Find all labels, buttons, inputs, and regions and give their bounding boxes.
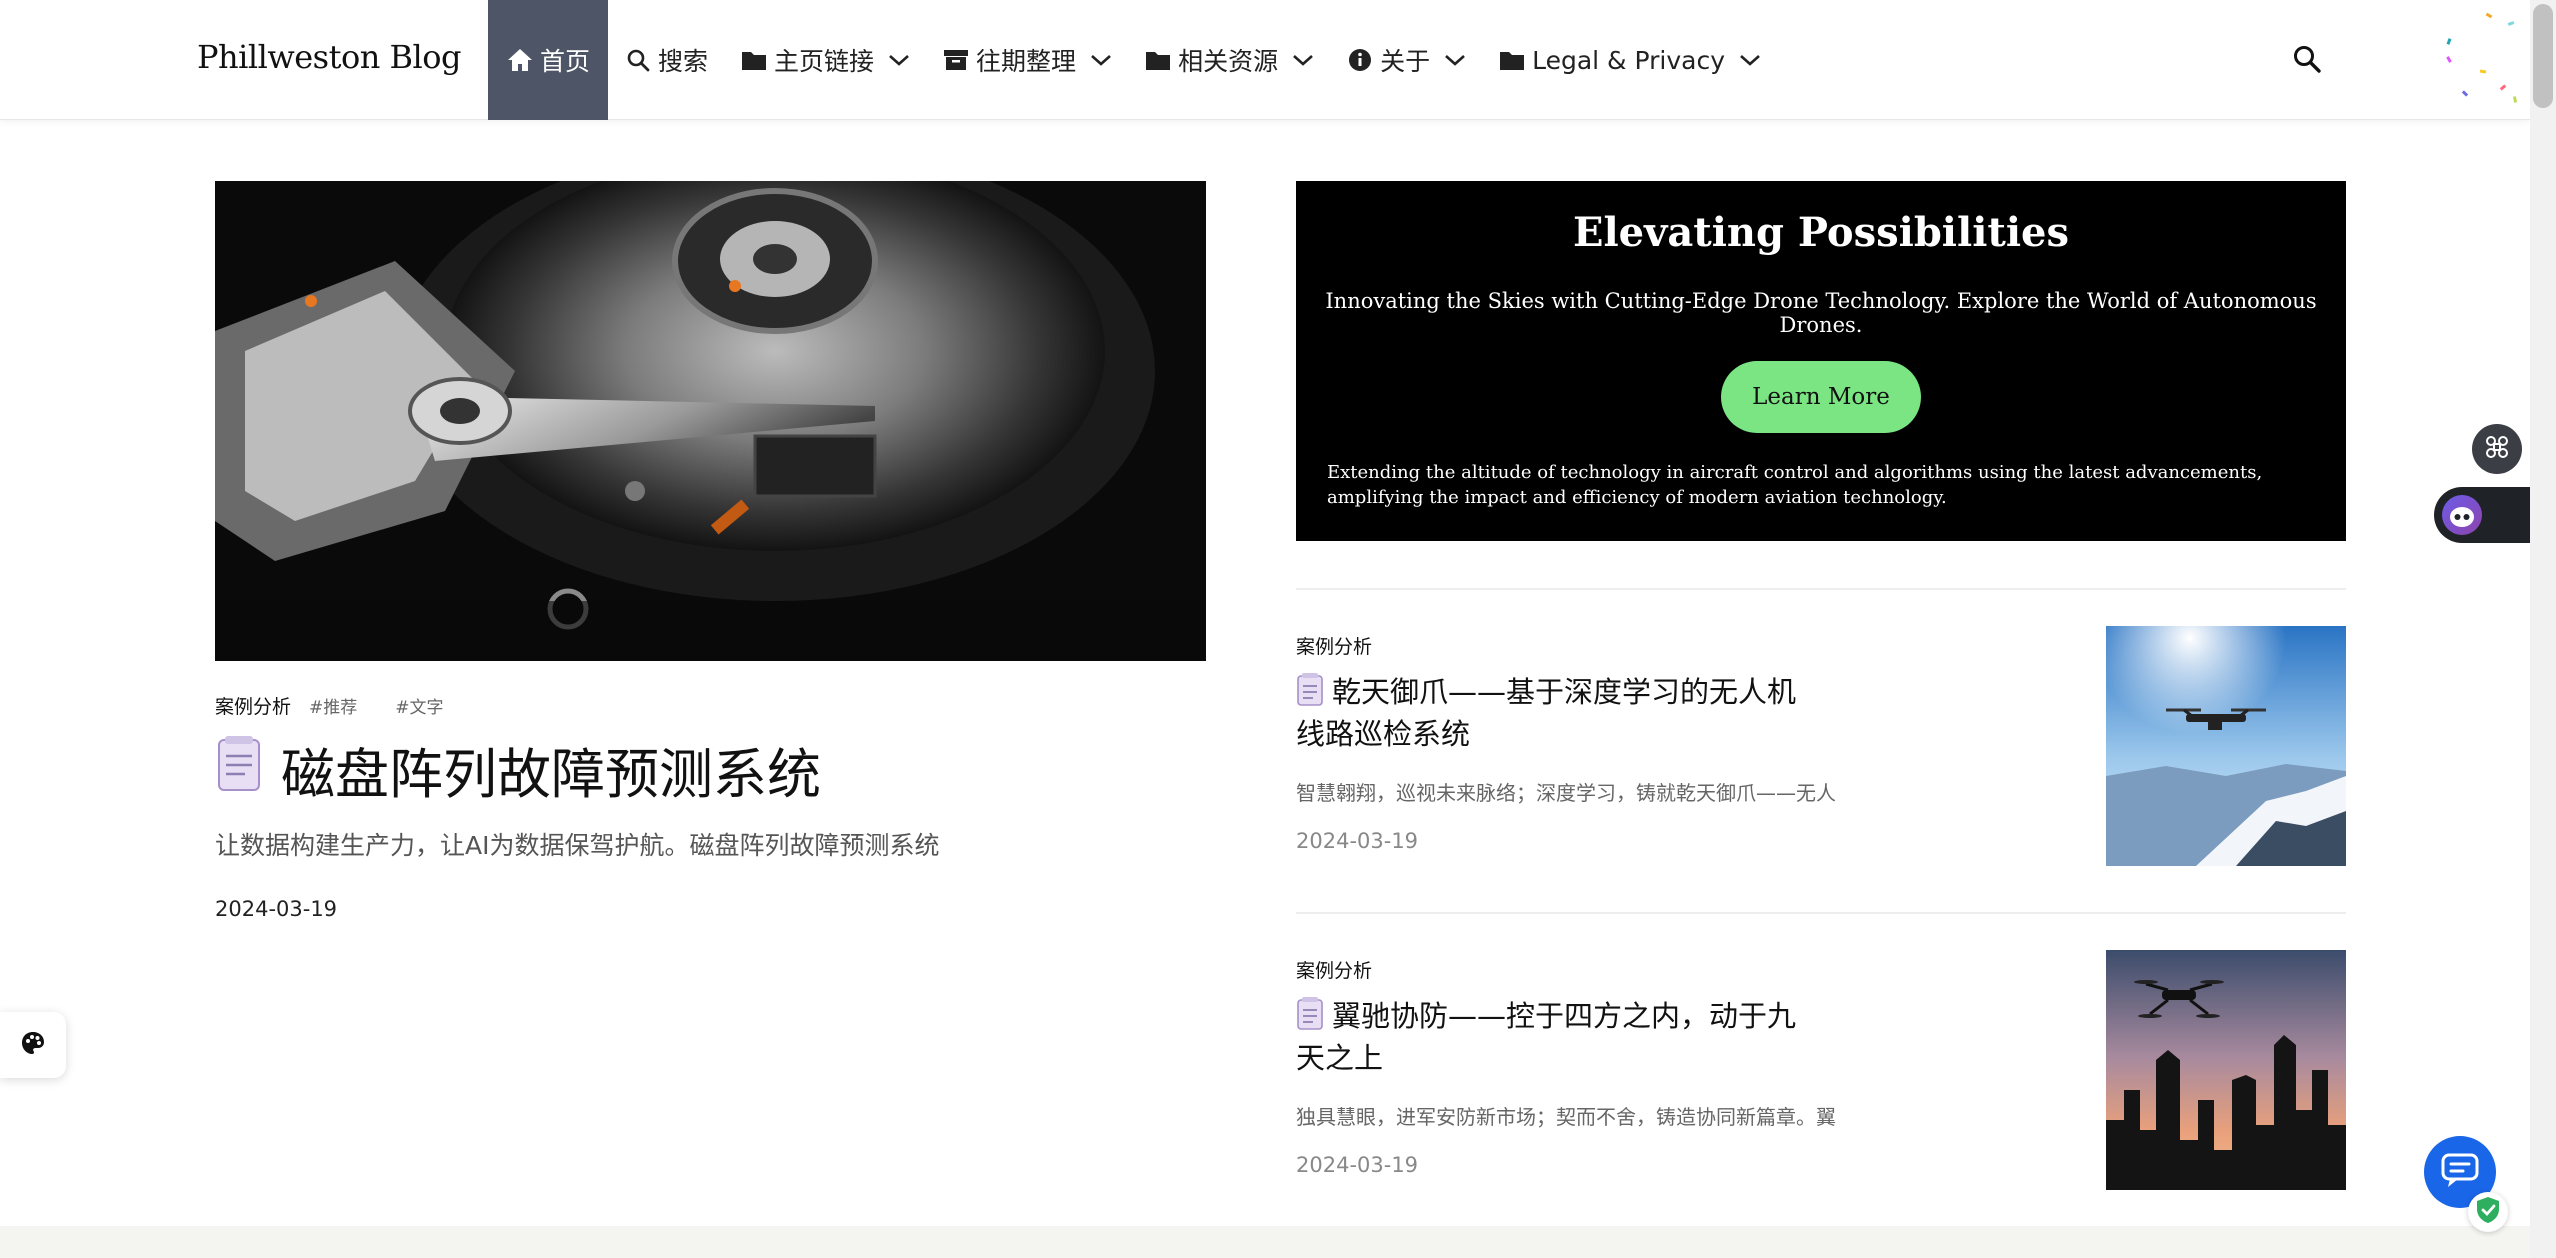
post-title[interactable]: 翼驰协防——控于四方之内，动于九天之上 xyxy=(1296,996,1796,1077)
nav-item-label: Legal & Privacy xyxy=(1532,45,1726,75)
folder-icon xyxy=(1498,46,1526,74)
nav-item-archive[interactable]: 往期整理 xyxy=(926,0,1128,120)
nav-item-resources[interactable]: 相关资源 xyxy=(1128,0,1330,120)
post-category[interactable]: 案例分析 xyxy=(1296,632,1372,659)
command-icon xyxy=(2484,434,2510,464)
nav-item-home[interactable]: 首页 xyxy=(488,0,609,120)
shield-check-icon xyxy=(2475,1196,2501,1228)
promo-title: Elevating Possibilities xyxy=(1572,209,2070,256)
post-thumbnail[interactable] xyxy=(2106,950,2346,1190)
post-category[interactable]: 案例分析 xyxy=(1296,956,1372,983)
chat-icon xyxy=(2440,1151,2480,1193)
ai-assistant-widget[interactable] xyxy=(2434,487,2530,543)
nav-item-about[interactable]: 关于 xyxy=(1330,0,1482,120)
list-item: 案例分析 翼驰协防——控于四方之内，动于九天之上 独具慧眼，进军安防新市场；契而… xyxy=(1296,950,2346,1206)
home-icon xyxy=(506,46,534,74)
palette-icon xyxy=(20,1030,46,1060)
post-title[interactable]: 乾天御爪——基于深度学习的无人机线路巡检系统 xyxy=(1296,672,1796,753)
document-icon xyxy=(1296,996,1324,1039)
search-icon xyxy=(624,46,652,74)
scrollbar-thumb[interactable] xyxy=(2533,4,2553,108)
promo-footer-text: Extending the altitude of technology in … xyxy=(1327,462,2263,508)
hero-post-description: 让数据构建生产力，让AI为数据保驾护航。磁盘阵列故障预测系统 xyxy=(215,831,940,860)
security-shield-badge[interactable] xyxy=(2468,1192,2508,1232)
theme-switcher-button[interactable] xyxy=(0,1012,66,1078)
post-excerpt: 独具慧眼，进军安防新市场；契而不舍，铸造协同新篇章。翼 xyxy=(1296,1105,1836,1129)
hero-post-image[interactable] xyxy=(215,181,1206,661)
nav-item-label: 搜索 xyxy=(658,47,709,76)
post-title-text: 翼驰协防——控于四方之内，动于九天之上 xyxy=(1296,999,1797,1075)
hero-post-title-text: 磁盘阵列故障预测系统 xyxy=(281,743,821,806)
nav-item-label: 首页 xyxy=(540,47,591,76)
footer-band xyxy=(0,1226,2530,1258)
post-tag[interactable]: #推荐 xyxy=(309,693,357,718)
post-excerpt: 智慧翱翔，巡视未来脉络；深度学习，铸就乾天御爪——无人 xyxy=(1296,781,1836,805)
hard-drive-illustration xyxy=(215,181,1206,661)
chevron-down-icon xyxy=(888,53,910,67)
nav-item-label: 主页链接 xyxy=(774,47,875,76)
nav-item-label: 往期整理 xyxy=(976,47,1077,76)
nav-item-search[interactable]: 搜索 xyxy=(608,0,724,120)
divider xyxy=(1296,912,2346,914)
hero-post-meta: 案例分析 #推荐 #文字 xyxy=(215,692,444,719)
post-category[interactable]: 案例分析 xyxy=(215,692,291,719)
bot-avatar-icon xyxy=(2442,495,2482,535)
nav-item-home-links[interactable]: 主页链接 xyxy=(724,0,926,120)
chevron-down-icon xyxy=(1444,53,1466,67)
document-icon xyxy=(1296,672,1324,715)
chevron-down-icon xyxy=(1090,53,1112,67)
site-brand[interactable]: Phillweston Blog xyxy=(197,38,462,76)
info-icon xyxy=(1346,46,1374,74)
drone-sky-image xyxy=(2106,626,2346,866)
nav-item-legal[interactable]: Legal & Privacy xyxy=(1482,0,1777,120)
chevron-down-icon xyxy=(1292,53,1314,67)
main-menu: 首页 搜索 主页链接 往期整理 相关资源 关于 Legal & Privacy xyxy=(488,0,1777,120)
post-tag[interactable]: #文字 xyxy=(395,693,443,718)
archive-icon xyxy=(942,46,970,74)
learn-more-button[interactable]: Learn More xyxy=(1721,361,1921,433)
post-date: 2024-03-19 xyxy=(1296,1153,1419,1177)
nav-item-label: 关于 xyxy=(1380,47,1431,76)
divider xyxy=(1296,588,2346,590)
drone-city-image xyxy=(2106,950,2346,1190)
list-item: 案例分析 乾天御爪——基于深度学习的无人机线路巡检系统 智慧翱翔，巡视未来脉络；… xyxy=(1296,626,2346,882)
command-menu-button[interactable] xyxy=(2472,424,2522,474)
chevron-down-icon xyxy=(1739,53,1761,67)
promo-subtitle: Innovating the Skies with Cutting-Edge D… xyxy=(1325,289,2317,337)
folder-icon xyxy=(740,46,768,74)
folder-icon xyxy=(1144,46,1172,74)
promo-banner: Elevating Possibilities Innovating the S… xyxy=(1296,181,2346,541)
document-icon xyxy=(215,734,263,805)
hero-post-title[interactable]: 磁盘阵列故障预测系统 xyxy=(215,730,821,809)
page-scrollbar[interactable] xyxy=(2530,0,2556,1258)
post-date: 2024-03-19 xyxy=(1296,829,1419,853)
post-thumbnail[interactable] xyxy=(2106,626,2346,866)
top-navbar: Phillweston Blog 首页 搜索 主页链接 往期整理 相关资源 关于… xyxy=(0,0,2530,120)
search-icon[interactable] xyxy=(2292,44,2324,76)
post-title-text: 乾天御爪——基于深度学习的无人机线路巡检系统 xyxy=(1296,675,1797,751)
nav-item-label: 相关资源 xyxy=(1178,47,1279,76)
hero-post-date: 2024-03-19 xyxy=(215,897,338,921)
